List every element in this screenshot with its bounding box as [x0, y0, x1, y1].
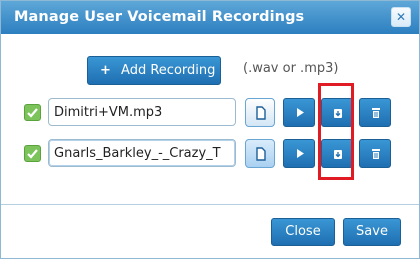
voicemail-dialog: Manage User Voicemail Recordings ✕ + Add… — [0, 0, 420, 259]
download-column-highlight — [318, 83, 354, 180]
recording-checkbox[interactable] — [24, 145, 41, 162]
title-bar: Manage User Voicemail Recordings ✕ — [1, 1, 419, 34]
choose-file-button[interactable] — [245, 139, 275, 168]
dialog-title: Manage User Voicemail Recordings — [14, 9, 305, 25]
choose-file-button[interactable] — [245, 98, 275, 127]
file-icon — [256, 106, 266, 120]
file-icon — [256, 147, 266, 161]
close-icon[interactable]: ✕ — [391, 7, 411, 27]
delete-button[interactable] — [359, 139, 391, 168]
close-button[interactable]: Close — [271, 218, 335, 246]
play-button[interactable] — [283, 98, 315, 127]
play-button[interactable] — [283, 139, 315, 168]
recording-checkbox[interactable] — [24, 104, 41, 121]
recording-filename-field[interactable]: Gnarls_Barkley_-_Crazy_T — [48, 139, 236, 167]
add-recording-button[interactable]: + Add Recording — [87, 56, 221, 85]
trash-icon — [372, 149, 380, 159]
play-icon — [297, 108, 304, 117]
save-button[interactable]: Save — [343, 218, 401, 246]
trash-icon — [372, 108, 380, 118]
format-hint: (.wav or .mp3) — [243, 61, 339, 76]
add-recording-label: Add Recording — [121, 63, 216, 78]
footer-divider — [1, 204, 419, 205]
delete-button[interactable] — [359, 98, 391, 127]
plus-icon: + — [100, 63, 111, 78]
play-icon — [297, 149, 304, 158]
recording-filename-field[interactable]: Dimitri+VM.mp3 — [48, 98, 236, 126]
